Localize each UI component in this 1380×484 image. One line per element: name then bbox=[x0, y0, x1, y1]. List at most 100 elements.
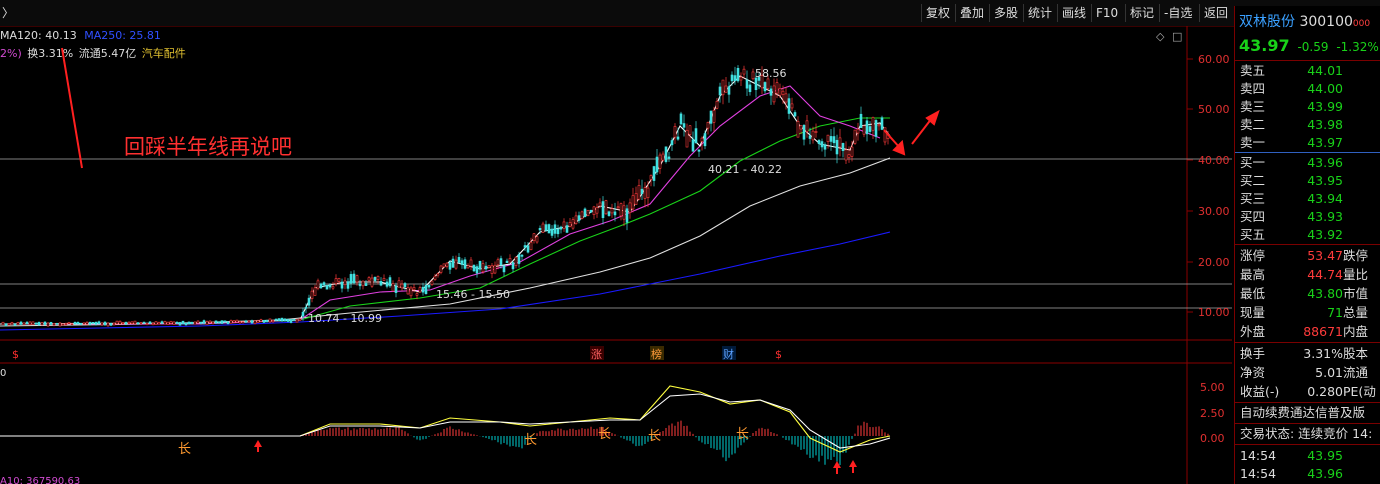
candle bbox=[694, 128, 698, 144]
ask-row-label: 卖三 bbox=[1240, 99, 1266, 114]
candle bbox=[208, 320, 212, 323]
candle bbox=[673, 126, 677, 138]
toolbar-button-multi-stock[interactable]: 多股 bbox=[989, 4, 1022, 22]
tick-price: 43.95 bbox=[1307, 448, 1343, 463]
price-change-pct: -1.32% bbox=[1336, 40, 1379, 54]
candle bbox=[604, 200, 608, 215]
candle bbox=[520, 254, 524, 257]
candle bbox=[679, 113, 683, 125]
back-chevron-icon[interactable]: 〉 bbox=[2, 4, 14, 21]
candle bbox=[622, 205, 626, 220]
ask-row-value: 44.00 bbox=[1307, 81, 1343, 96]
ask-row[interactable]: 卖二 43.98 bbox=[1235, 116, 1380, 134]
candle bbox=[733, 75, 737, 82]
candle bbox=[493, 264, 497, 274]
candle bbox=[880, 117, 884, 130]
stat-row-label: 现量 bbox=[1240, 305, 1266, 320]
candle bbox=[517, 254, 521, 264]
candle bbox=[7, 323, 11, 326]
finance-marker[interactable]: 财 bbox=[723, 347, 734, 361]
ask-row[interactable]: 卖一 43.97 bbox=[1235, 134, 1380, 152]
toolbar-button-remove-watchlist[interactable]: -自选 bbox=[1159, 4, 1196, 22]
candle bbox=[58, 322, 62, 327]
ask-row[interactable]: 卖五 44.01 bbox=[1235, 62, 1380, 80]
candle bbox=[88, 321, 92, 325]
candle bbox=[244, 320, 248, 323]
candle bbox=[454, 259, 458, 269]
candle bbox=[625, 208, 629, 223]
candle bbox=[322, 282, 326, 286]
candle bbox=[190, 321, 194, 325]
news-ticker[interactable]: 自动续费通达信普及版 bbox=[1235, 404, 1380, 422]
candle bbox=[97, 321, 101, 325]
candle bbox=[10, 322, 14, 325]
tick-row: 14:54 43.95 bbox=[1235, 447, 1380, 465]
candle bbox=[301, 311, 305, 317]
stat-row-label: 收益(-) bbox=[1240, 384, 1280, 399]
candle bbox=[706, 121, 710, 129]
candle bbox=[835, 139, 839, 155]
candle bbox=[187, 321, 191, 325]
stat-row-label: 最高 bbox=[1240, 267, 1266, 282]
stat-row-extra: 跌停 bbox=[1343, 248, 1369, 263]
bid-row[interactable]: 买三 43.94 bbox=[1235, 190, 1380, 208]
ask-row[interactable]: 卖四 44.00 bbox=[1235, 80, 1380, 98]
bid-row[interactable]: 买五 43.92 bbox=[1235, 226, 1380, 244]
bid-row[interactable]: 买二 43.95 bbox=[1235, 172, 1380, 190]
candle bbox=[763, 82, 767, 92]
macd-dif-line bbox=[0, 385, 891, 453]
candlestick-chart[interactable]: ◇ □ 60.00 50.00 40.00 30.00 20.00 10.00 … bbox=[0, 26, 1232, 484]
bid-row[interactable]: 买一 43.96 bbox=[1235, 154, 1380, 172]
candle bbox=[4, 323, 8, 327]
limit-up-marker[interactable]: 涨 bbox=[591, 348, 602, 361]
stat-row[interactable]: 涨停 53.47 跌停 bbox=[1235, 247, 1380, 265]
candle bbox=[229, 320, 233, 324]
stat-row[interactable]: 净资 5.01 流通 bbox=[1235, 364, 1380, 382]
toolbar-button-mark[interactable]: 标记 bbox=[1125, 4, 1158, 22]
candle bbox=[655, 156, 659, 173]
stat-row[interactable]: 外盘 88671 内盘 bbox=[1235, 323, 1380, 341]
toolbar-button-overlay[interactable]: 叠加 bbox=[955, 4, 988, 22]
toolbar-button-draw-line[interactable]: 画线 bbox=[1057, 4, 1090, 22]
candle bbox=[274, 318, 278, 321]
stat-row-value: 5.01 bbox=[1315, 365, 1343, 380]
ask-row-label: 卖二 bbox=[1240, 117, 1266, 132]
candle bbox=[169, 321, 173, 324]
toolbar-button-restore-rights[interactable]: 复权 bbox=[921, 4, 954, 22]
candle bbox=[289, 319, 293, 323]
stat-row[interactable]: 换手 3.31% 股本 bbox=[1235, 345, 1380, 363]
stat-row[interactable]: 现量 71 总量 bbox=[1235, 304, 1380, 322]
candle bbox=[271, 320, 275, 323]
candle bbox=[37, 321, 41, 326]
collapse-box-icon[interactable]: □ bbox=[1172, 30, 1182, 43]
candle bbox=[238, 321, 242, 324]
toolbar-button-back[interactable]: 返回 bbox=[1199, 4, 1232, 22]
candle bbox=[127, 321, 131, 325]
dividend-marker-icon[interactable]: $ bbox=[775, 348, 782, 361]
candle bbox=[538, 228, 542, 231]
price-axis-tick: 60.00 bbox=[1198, 53, 1230, 66]
candle bbox=[118, 320, 122, 325]
stat-row[interactable]: 收益(-) 0.280 PE(动 bbox=[1235, 383, 1380, 401]
toolbar-button-statistics[interactable]: 统计 bbox=[1023, 4, 1056, 22]
candle bbox=[166, 321, 170, 325]
candle bbox=[46, 322, 50, 327]
stat-row-label: 最低 bbox=[1240, 286, 1266, 301]
stock-header[interactable]: 双林股份 300100000 bbox=[1239, 11, 1370, 31]
ranking-marker[interactable]: 榜 bbox=[651, 347, 662, 361]
stat-row[interactable]: 最高 44.74 量比 bbox=[1235, 266, 1380, 284]
candle bbox=[508, 258, 512, 263]
candle bbox=[295, 319, 299, 323]
bid-row[interactable]: 买四 43.93 bbox=[1235, 208, 1380, 226]
ask-row[interactable]: 卖三 43.99 bbox=[1235, 98, 1380, 116]
dividend-marker-icon[interactable]: $ bbox=[12, 348, 19, 361]
volume-ma-label: A10: 367590.63 bbox=[0, 476, 80, 484]
candle bbox=[232, 320, 236, 323]
stat-row-extra: 流通 bbox=[1343, 365, 1369, 380]
toolbar-button-f10[interactable]: F10 bbox=[1091, 4, 1122, 22]
candle bbox=[283, 318, 287, 322]
diamond-icon[interactable]: ◇ bbox=[1156, 30, 1165, 43]
candle bbox=[16, 322, 20, 325]
ask-row-value: 44.01 bbox=[1307, 63, 1343, 78]
stat-row[interactable]: 最低 43.80 市值 bbox=[1235, 285, 1380, 303]
